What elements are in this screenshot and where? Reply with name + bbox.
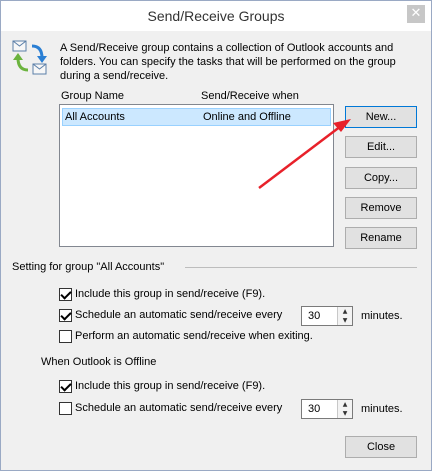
- intro-text: A Send/Receive group contains a collecti…: [60, 42, 396, 82]
- groups-list[interactable]: All Accounts Online and Offline: [59, 104, 334, 247]
- edit-button[interactable]: Edit...: [345, 136, 417, 158]
- close-window-button[interactable]: ✕: [407, 5, 425, 23]
- schedule-minutes-value: 30: [308, 310, 321, 322]
- new-button[interactable]: New...: [345, 106, 417, 128]
- send-receive-groups-dialog: Send/Receive Groups ✕ A Send/Receive gro…: [0, 0, 432, 471]
- include-in-send-receive-checkbox[interactable]: [59, 288, 72, 301]
- send-receive-sync-icon: [12, 40, 47, 75]
- schedule-send-receive-label: Schedule an automatic send/receive every: [75, 309, 283, 321]
- offline-include-in-send-receive-checkbox[interactable]: [59, 380, 72, 393]
- include-in-send-receive-label: Include this group in send/receive (F9).: [75, 288, 266, 300]
- title-bar: Send/Receive Groups ✕: [1, 1, 431, 31]
- send-receive-on-exit-checkbox[interactable]: [59, 330, 72, 343]
- remove-button[interactable]: Remove: [345, 197, 417, 219]
- offline-schedule-minutes-spinbox[interactable]: 30 ▲ ▼: [301, 399, 353, 419]
- spin-down-icon[interactable]: ▼: [338, 409, 352, 418]
- schedule-send-receive-checkbox[interactable]: [59, 309, 72, 322]
- group-name-cell: All Accounts: [65, 111, 125, 123]
- spin-up-icon[interactable]: ▲: [338, 400, 352, 409]
- offline-minutes-label: minutes.: [361, 403, 403, 415]
- offline-schedule-send-receive-label: Schedule an automatic send/receive every: [75, 402, 283, 414]
- group-settings-heading: Setting for group "All Accounts": [12, 261, 165, 273]
- offline-settings-heading: When Outlook is Offline: [41, 356, 157, 368]
- column-header-group-name[interactable]: Group Name: [61, 90, 124, 102]
- section-divider: [185, 267, 417, 268]
- dialog-title: Send/Receive Groups: [147, 8, 285, 24]
- spin-down-icon[interactable]: ▼: [338, 316, 352, 325]
- offline-include-in-send-receive-label: Include this group in send/receive (F9).: [75, 380, 266, 392]
- send-receive-when-cell: Online and Offline: [203, 111, 291, 123]
- copy-button[interactable]: Copy...: [345, 167, 417, 189]
- spin-up-icon[interactable]: ▲: [338, 307, 352, 316]
- send-receive-on-exit-label: Perform an automatic send/receive when e…: [75, 330, 313, 342]
- minutes-label: minutes.: [361, 310, 403, 322]
- rename-button[interactable]: Rename: [345, 227, 417, 249]
- column-header-send-receive-when[interactable]: Send/Receive when: [201, 90, 299, 102]
- offline-schedule-send-receive-checkbox[interactable]: [59, 402, 72, 415]
- schedule-minutes-spinbox[interactable]: 30 ▲ ▼: [301, 306, 353, 326]
- close-button[interactable]: Close: [345, 436, 417, 458]
- list-item[interactable]: All Accounts Online and Offline: [62, 108, 331, 126]
- offline-schedule-minutes-value: 30: [308, 403, 321, 415]
